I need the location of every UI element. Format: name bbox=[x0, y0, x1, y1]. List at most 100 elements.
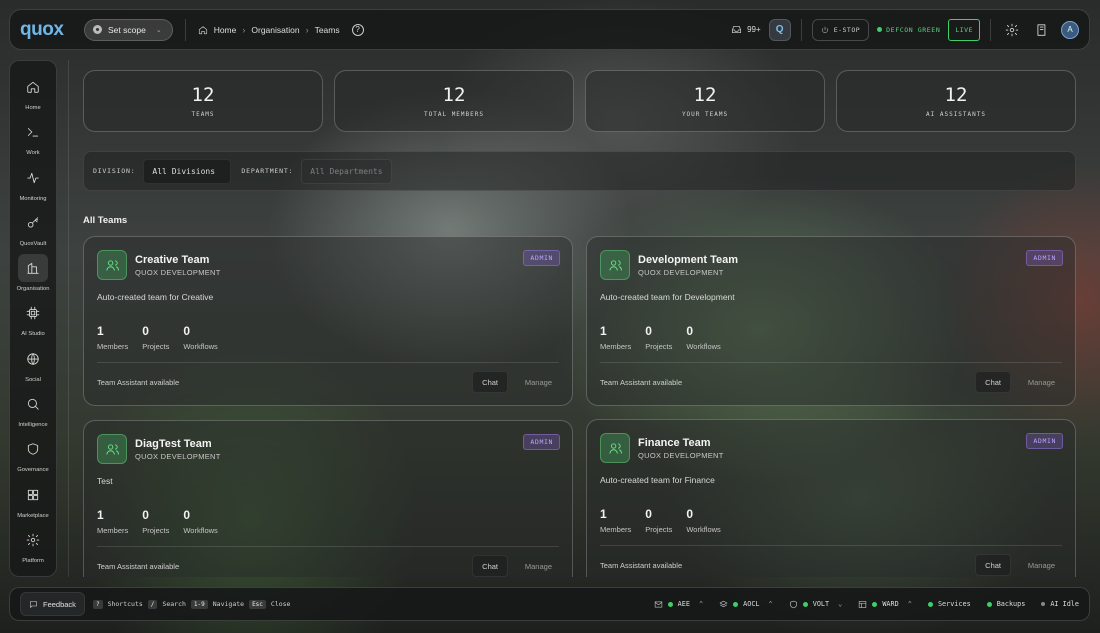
ai-status-label: AI Idle bbox=[1050, 600, 1079, 608]
team-name[interactable]: Finance Team bbox=[638, 437, 724, 449]
sidebar-item-work[interactable]: Work bbox=[10, 118, 56, 163]
chevron-right-icon: › bbox=[242, 24, 246, 35]
backups-status[interactable]: Backups bbox=[986, 600, 1026, 608]
status-aocl[interactable]: AOCL ⌃ bbox=[719, 600, 773, 609]
services-status[interactable]: Services bbox=[927, 600, 971, 608]
status-ward[interactable]: WARD ⌃ bbox=[858, 600, 912, 609]
settings-button[interactable] bbox=[1001, 19, 1023, 41]
sidebar-item-governance[interactable]: Governance bbox=[10, 435, 56, 480]
sidebar-item-label: Intelligence bbox=[18, 422, 48, 429]
members-label: Members bbox=[600, 525, 632, 534]
team-name[interactable]: DiagTest Team bbox=[135, 438, 221, 450]
users-icon bbox=[97, 434, 127, 464]
status-volt[interactable]: VOLT ⌄ bbox=[789, 600, 843, 609]
members-count: 1 bbox=[97, 324, 104, 338]
chat-button[interactable]: Chat bbox=[472, 555, 508, 577]
sidebar-item-ai-studio[interactable]: AI Studio bbox=[10, 299, 56, 344]
team-card[interactable]: Creative Team QUOX DEVELOPMENT ADMIN Aut… bbox=[83, 236, 573, 406]
feedback-button[interactable]: Feedback bbox=[20, 592, 85, 616]
workflows-count: 0 bbox=[686, 324, 694, 338]
team-description: Test bbox=[97, 476, 113, 486]
manage-button[interactable]: Manage bbox=[525, 371, 552, 393]
help-icon[interactable]: ? bbox=[351, 23, 364, 36]
projects-label: Projects bbox=[142, 342, 170, 351]
ai-status[interactable]: AI Idle bbox=[1041, 600, 1079, 608]
terminal-icon bbox=[27, 128, 39, 137]
shortcut-label: Navigate bbox=[212, 600, 245, 608]
team-division: QUOX DEVELOPMENT bbox=[638, 450, 724, 460]
team-metrics: 1 Members 0 Projects 0 Workflows bbox=[600, 507, 735, 534]
chevron-down-icon: ⌄ bbox=[838, 600, 843, 608]
chat-button[interactable]: Chat bbox=[472, 371, 508, 393]
globe-icon bbox=[27, 353, 39, 365]
message-icon bbox=[30, 600, 37, 608]
set-scope-button[interactable]: Set scope ⌄ bbox=[84, 18, 173, 41]
status-dot-icon bbox=[733, 601, 739, 607]
team-division: QUOX DEVELOPMENT bbox=[135, 451, 221, 461]
members-label: Members bbox=[600, 342, 632, 351]
status-label: VOLT bbox=[812, 600, 830, 608]
inbox-button[interactable]: 99+ bbox=[731, 24, 761, 35]
breadcrumb-organisation[interactable]: Organisation bbox=[251, 25, 299, 35]
chip-icon bbox=[26, 307, 40, 320]
manage-button[interactable]: Manage bbox=[1028, 554, 1055, 576]
manage-button[interactable]: Manage bbox=[1028, 371, 1055, 393]
stat-card-your-teams: 12 YOUR TEAMS bbox=[585, 70, 825, 132]
members-count: 1 bbox=[97, 508, 104, 522]
role-badge: ADMIN bbox=[1026, 250, 1063, 266]
team-description: Auto-created team for Development bbox=[600, 292, 735, 302]
sidebar-item-home[interactable]: Home bbox=[10, 73, 56, 118]
chat-button[interactable]: Chat bbox=[975, 554, 1011, 576]
status-label: AOCL bbox=[743, 600, 760, 608]
projects-label: Projects bbox=[142, 526, 170, 535]
status-aee[interactable]: AEE ⌃ bbox=[654, 600, 703, 609]
sidebar-item-label: AI Studio bbox=[21, 331, 45, 338]
sidebar-item-quoxvault[interactable]: QuoxVault bbox=[10, 209, 56, 254]
stat-value: 12 bbox=[944, 84, 968, 106]
defcon-status: DEFCON GREEN bbox=[877, 26, 940, 34]
team-card[interactable]: Development Team QUOX DEVELOPMENT ADMIN … bbox=[586, 236, 1076, 406]
sidebar-item-social[interactable]: Social bbox=[10, 345, 56, 390]
chevron-right-icon: › bbox=[305, 24, 309, 35]
avatar[interactable]: A bbox=[1061, 20, 1079, 39]
division-select[interactable]: All Divisions bbox=[143, 158, 232, 184]
sidebar-item-label: QuoxVault bbox=[19, 240, 47, 247]
gear-icon bbox=[1005, 23, 1019, 36]
team-metrics: 1 Members 0 Projects 0 Workflows bbox=[97, 324, 232, 351]
home-icon bbox=[27, 81, 39, 93]
stat-card-total-members: 12 TOTAL MEMBERS bbox=[334, 70, 574, 132]
docs-button[interactable] bbox=[1031, 19, 1053, 41]
workflows-label: Workflows bbox=[183, 526, 218, 535]
stat-label: TOTAL MEMBERS bbox=[424, 111, 484, 118]
sidebar-item-platform[interactable]: Platform bbox=[10, 526, 56, 571]
stat-value: 12 bbox=[191, 84, 215, 106]
role-badge: ADMIN bbox=[523, 250, 560, 266]
quox-assistant-button[interactable]: Q bbox=[768, 18, 791, 41]
team-name[interactable]: Creative Team bbox=[135, 254, 221, 266]
team-card[interactable]: DiagTest Team QUOX DEVELOPMENT ADMIN Tes… bbox=[83, 420, 573, 577]
search-icon bbox=[27, 398, 39, 410]
workflows-label: Workflows bbox=[183, 342, 218, 351]
sidebar-item-monitoring[interactable]: Monitoring bbox=[10, 164, 56, 209]
department-select[interactable]: All Departments bbox=[301, 158, 392, 184]
team-name[interactable]: Development Team bbox=[638, 254, 738, 266]
status-dot-icon bbox=[877, 27, 883, 32]
sidebar: Home Work Monitoring QuoxVault Organisat… bbox=[9, 60, 57, 577]
breadcrumb-home[interactable]: Home bbox=[214, 25, 237, 35]
users-icon bbox=[600, 433, 630, 463]
backups-label: Backups bbox=[996, 600, 1026, 608]
workflows-label: Workflows bbox=[686, 342, 721, 351]
sidebar-item-organisation[interactable]: Organisation bbox=[10, 254, 56, 299]
sidebar-item-marketplace[interactable]: Marketplace bbox=[10, 481, 56, 526]
stats-row: 12 TEAMS 12 TOTAL MEMBERS 12 YOUR TEAMS … bbox=[83, 70, 1076, 132]
projects-count: 0 bbox=[645, 324, 652, 338]
manage-button[interactable]: Manage bbox=[525, 555, 552, 577]
divider bbox=[97, 546, 559, 547]
app-logo[interactable]: quox bbox=[20, 19, 72, 41]
team-card[interactable]: Finance Team QUOX DEVELOPMENT ADMIN Auto… bbox=[586, 419, 1076, 577]
e-stop-button[interactable]: E-STOP bbox=[811, 18, 870, 41]
chat-button[interactable]: Chat bbox=[975, 371, 1011, 393]
sidebar-item-intelligence[interactable]: Intelligence bbox=[10, 390, 56, 435]
grid-icon bbox=[27, 489, 39, 500]
live-badge[interactable]: LIVE bbox=[948, 18, 980, 41]
